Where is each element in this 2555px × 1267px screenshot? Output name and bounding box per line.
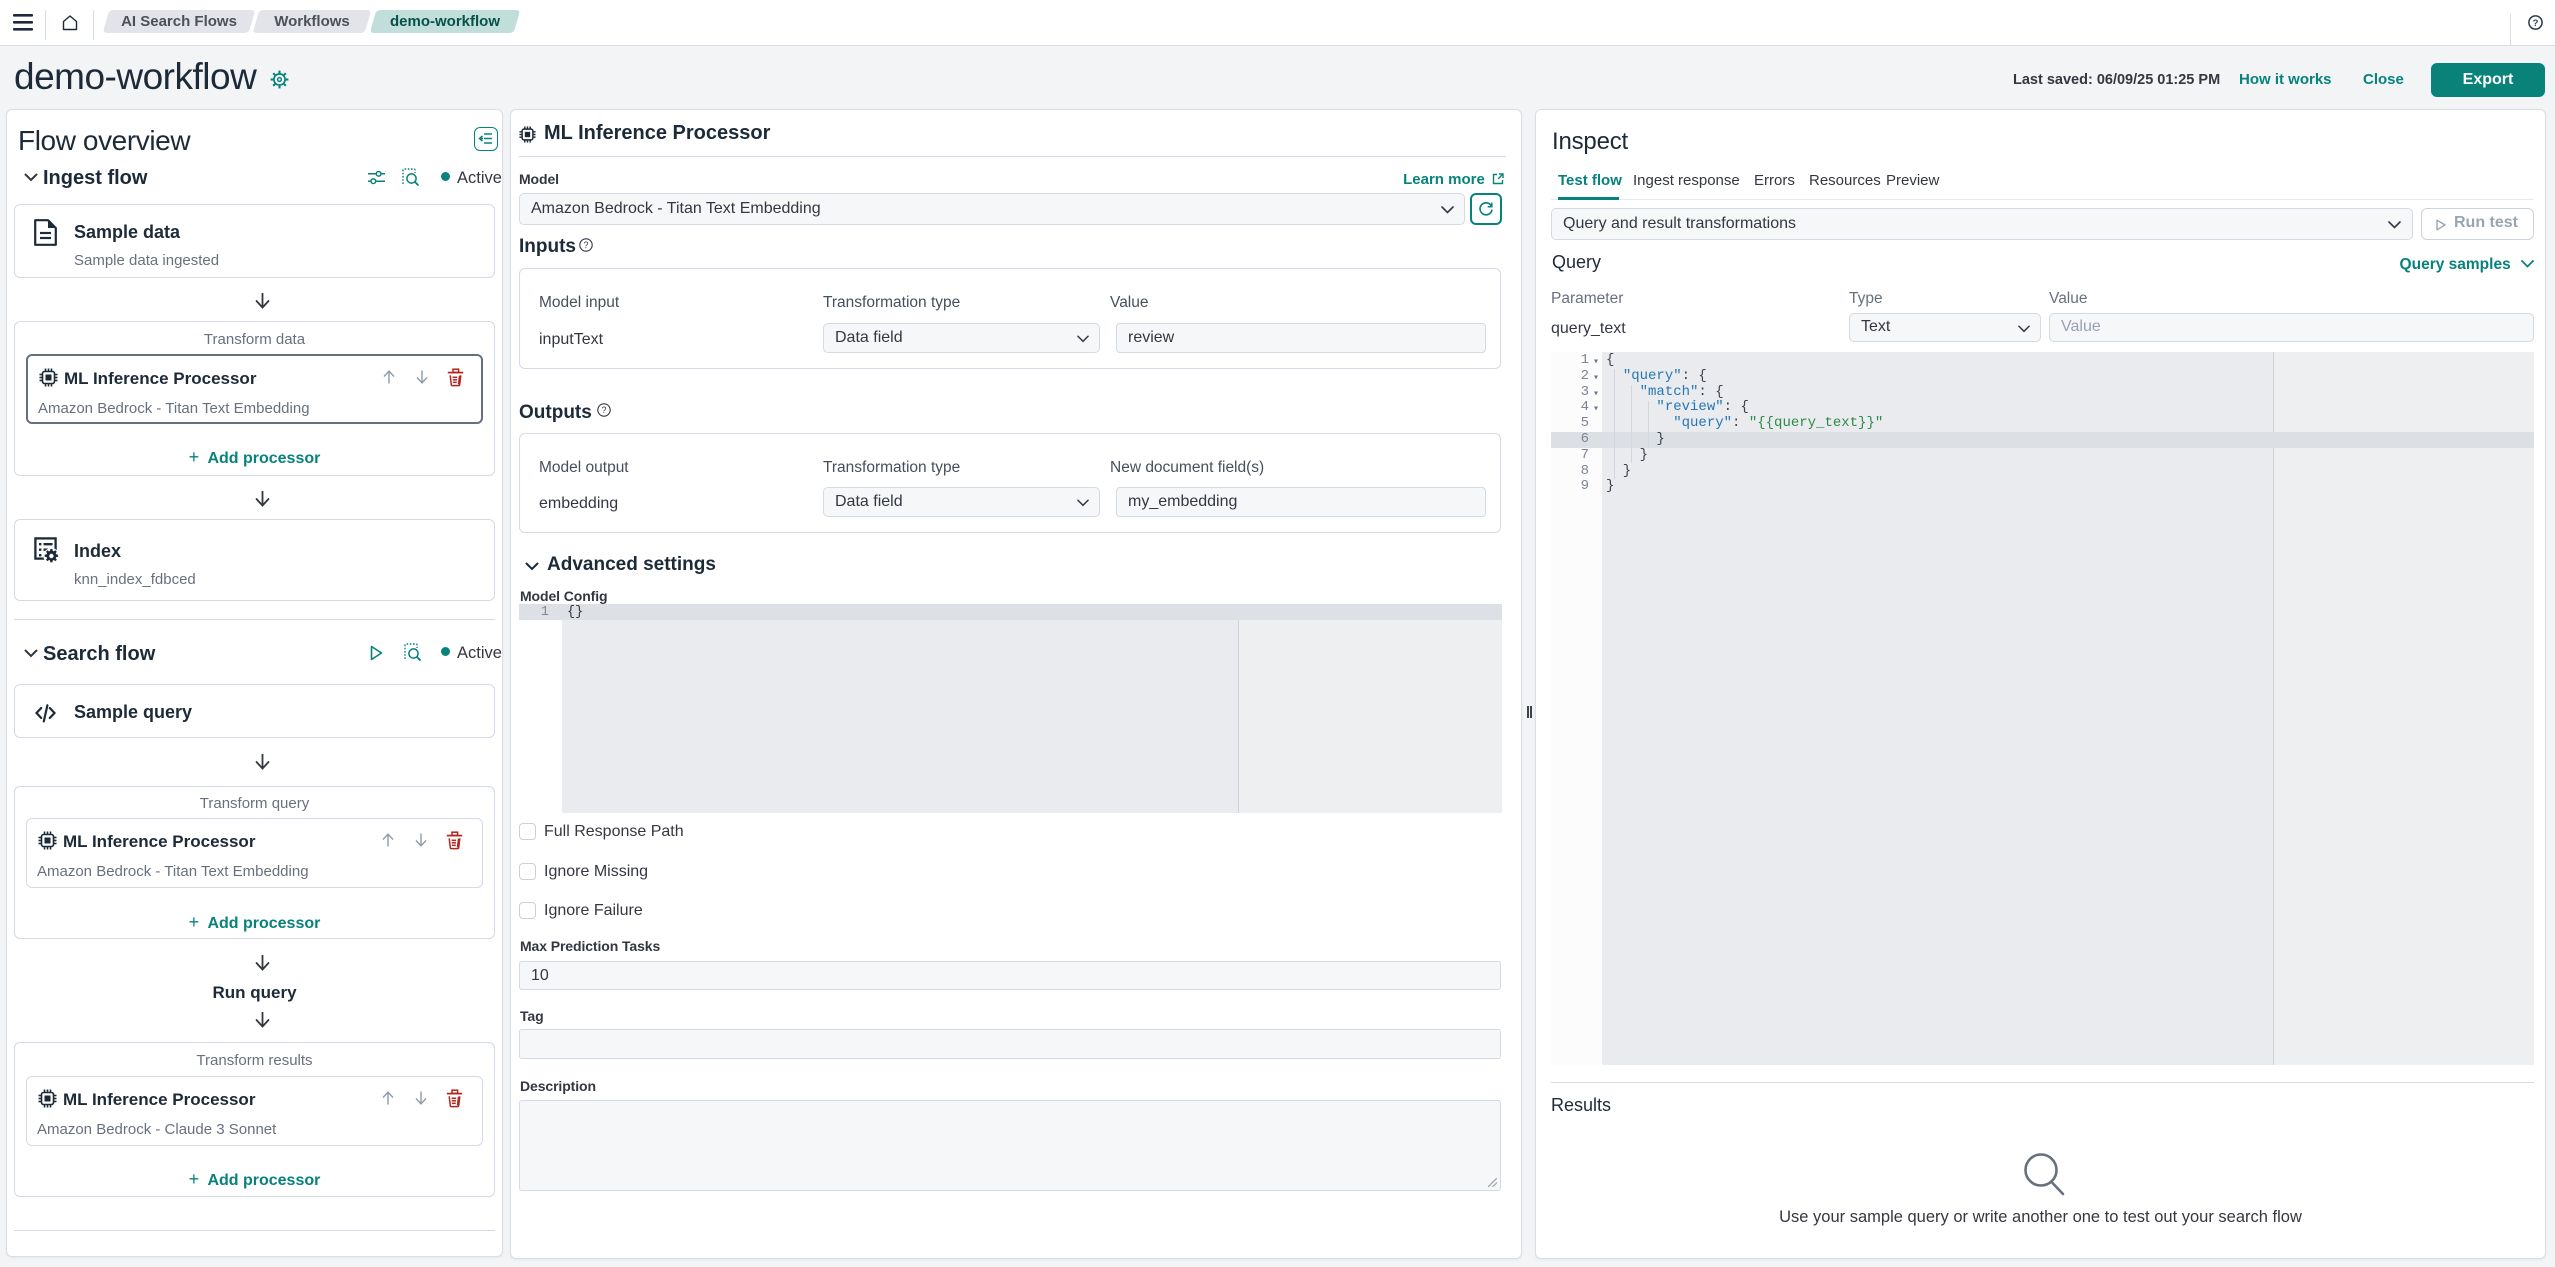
svg-text:?: ? — [583, 240, 588, 250]
svg-text:?: ? — [601, 405, 606, 415]
svg-text:?: ? — [2533, 18, 2539, 29]
